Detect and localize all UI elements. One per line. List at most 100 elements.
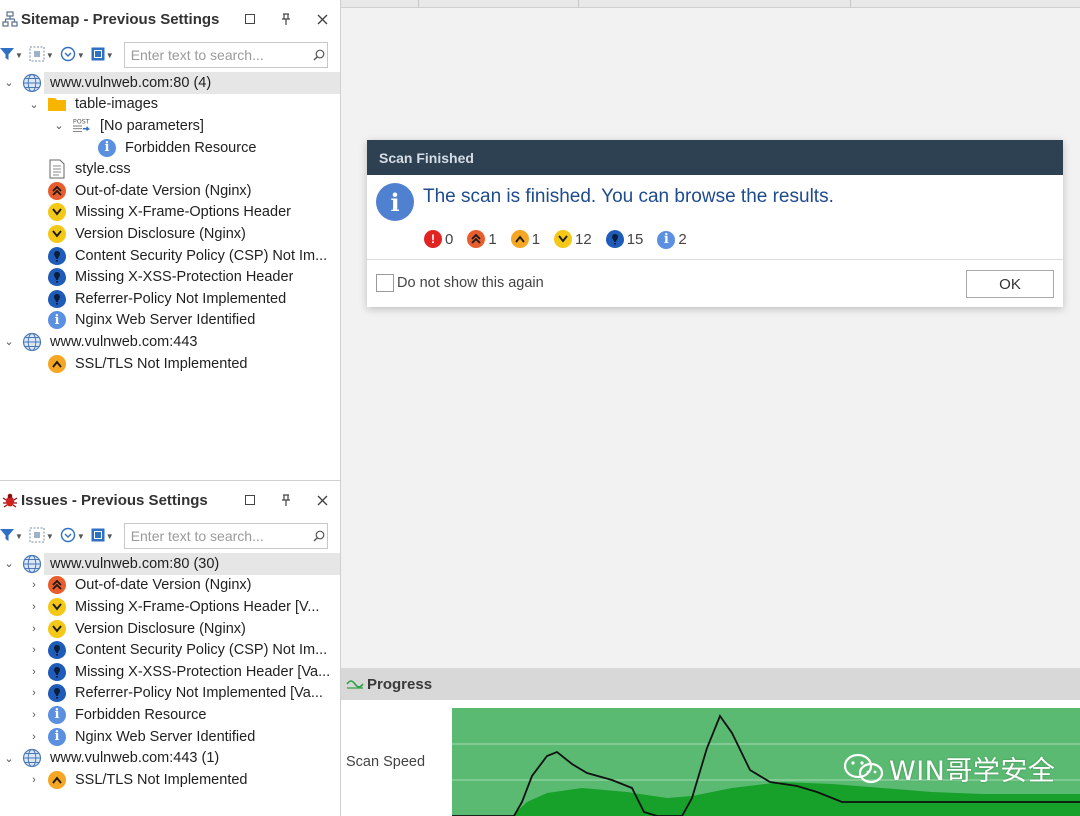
chevron-right-icon[interactable]: ›: [27, 686, 41, 700]
best-practice-icon: [47, 246, 67, 266]
watermark-text: WIN哥学安全: [889, 756, 1056, 787]
chevron-down-icon[interactable]: ⌄: [2, 751, 16, 765]
tree-row[interactable]: › i Forbidden Resource: [0, 704, 340, 726]
severity-count-value: 15: [626, 230, 644, 248]
tree-row[interactable]: › Version Disclosure (Nginx): [0, 618, 340, 640]
close-icon[interactable]: [304, 488, 340, 512]
filter-button[interactable]: ▼: [0, 43, 23, 67]
chevron-down-icon[interactable]: ⌄: [52, 119, 66, 133]
low-severity-icon: [47, 202, 67, 222]
tree-row[interactable]: Content Security Policy (CSP) Not Im...: [0, 245, 340, 267]
close-icon[interactable]: [304, 7, 340, 31]
maximize-icon[interactable]: [232, 488, 268, 512]
tree-row[interactable]: › Missing X-XSS-Protection Header [Va...: [0, 661, 340, 683]
filter-button[interactable]: ▼: [0, 524, 23, 548]
issues-search-input[interactable]: [124, 524, 312, 548]
severity-count-information: i2: [657, 230, 687, 249]
view-button[interactable]: ▼: [91, 43, 114, 67]
tree-item-label: SSL/TLS Not Implemented: [75, 355, 248, 372]
tree-item-label: Missing X-XSS-Protection Header: [75, 269, 294, 286]
select-button[interactable]: ▼: [29, 524, 54, 548]
svg-text:POST: POST: [73, 118, 90, 125]
dont-show-again-checkbox[interactable]: Do not show this again: [376, 274, 544, 292]
post-icon: POST: [72, 116, 92, 136]
tree-row[interactable]: ⌄ table-images: [0, 94, 340, 116]
chevron-right-icon[interactable]: ›: [27, 773, 41, 787]
pin-icon[interactable]: [268, 488, 304, 512]
tree-row[interactable]: Missing X-XSS-Protection Header: [0, 266, 340, 288]
tree-item-label: Out-of-date Version (Nginx): [75, 577, 252, 594]
chevron-down-icon[interactable]: ⌄: [2, 335, 16, 349]
select-button[interactable]: ▼: [29, 43, 54, 67]
expand-button[interactable]: ▼: [60, 43, 85, 67]
maximize-icon[interactable]: [232, 7, 268, 31]
pin-icon[interactable]: [268, 7, 304, 31]
chevron-right-icon[interactable]: ›: [27, 708, 41, 722]
chevron-down-icon[interactable]: ⌄: [2, 76, 16, 90]
search-icon[interactable]: [312, 49, 327, 61]
expand-button[interactable]: ▼: [60, 524, 85, 548]
tree-item-label: Content Security Policy (CSP) Not Im...: [75, 247, 328, 264]
tree-row[interactable]: i Nginx Web Server Identified: [0, 310, 340, 332]
tree-item-label: www.vulnweb.com:443: [50, 333, 198, 350]
tree-row[interactable]: ⌄ www.vulnweb.com:443: [0, 331, 340, 353]
chevron-right-icon[interactable]: ›: [27, 730, 41, 744]
issues-toolbar: ▼ ▼ ▼ ▼: [0, 519, 340, 553]
tree-row[interactable]: Missing X-Frame-Options Header: [0, 202, 340, 224]
tree-row[interactable]: › SSL/TLS Not Implemented: [0, 769, 340, 791]
search-icon[interactable]: [312, 530, 327, 542]
tree-row[interactable]: › i Nginx Web Server Identified: [0, 726, 340, 748]
tree-row[interactable]: › Content Security Policy (CSP) Not Im...: [0, 639, 340, 661]
tree-row[interactable]: ⌄ www.vulnweb.com:443 (1): [0, 747, 340, 769]
medium-severity-icon: [47, 354, 67, 374]
tree-row[interactable]: Out-of-date Version (Nginx): [0, 180, 340, 202]
chevron-down-icon[interactable]: ⌄: [2, 557, 16, 571]
ok-button[interactable]: OK: [966, 270, 1054, 298]
tree-row[interactable]: › Out-of-date Version (Nginx): [0, 575, 340, 597]
best-practice-icon: [47, 289, 67, 309]
chevron-right-icon[interactable]: ›: [27, 600, 41, 614]
tree-item-label: Nginx Web Server Identified: [75, 728, 256, 745]
tree-row[interactable]: style.css: [0, 158, 340, 180]
tree-item-label: www.vulnweb.com:80 (30): [50, 555, 220, 572]
sitemap-search-input[interactable]: [124, 43, 312, 67]
chevron-right-icon[interactable]: ›: [27, 665, 41, 679]
chevron-right-icon[interactable]: ›: [27, 578, 41, 592]
tree-item-label: Out-of-date Version (Nginx): [75, 182, 252, 199]
tree-row[interactable]: › Referrer-Policy Not Implemented [Va...: [0, 683, 340, 705]
tree-item-label: Missing X-Frame-Options Header [V...: [75, 598, 320, 615]
dialog-title: Scan Finished: [367, 140, 1063, 175]
severity-count-value: 12: [575, 230, 592, 248]
tree-row[interactable]: Referrer-Policy Not Implemented: [0, 288, 340, 310]
high-severity-icon: [47, 181, 67, 201]
issues-panel: Issues - Previous Settings ▼ ▼ ▼ ▼ ⌄ www.…: [0, 480, 341, 816]
expand-circle-icon: [60, 46, 76, 65]
tree-item-label: www.vulnweb.com:443 (1): [50, 750, 220, 767]
best-practice-icon: [605, 230, 624, 249]
tree-row[interactable]: ⌄ www.vulnweb.com:80 (4): [0, 72, 340, 94]
tree-row[interactable]: ⌄ POST [No parameters]: [0, 115, 340, 137]
tree-row[interactable]: Version Disclosure (Nginx): [0, 223, 340, 245]
wechat-icon: [843, 752, 885, 786]
issues-title: Issues - Previous Settings: [21, 491, 208, 509]
chevron-down-icon[interactable]: ⌄: [27, 97, 41, 111]
tree-row[interactable]: i Forbidden Resource: [0, 137, 340, 159]
severity-counts: ! 0 1 1 12 15 i 2: [424, 230, 701, 249]
view-button[interactable]: ▼: [91, 524, 114, 548]
issues-search-box: [123, 523, 328, 549]
scan-finished-dialog: Scan Finished i The scan is finished. Yo…: [367, 140, 1063, 307]
chevron-right-icon[interactable]: ›: [27, 643, 41, 657]
checkbox-box[interactable]: [376, 274, 394, 292]
tree-row[interactable]: SSL/TLS Not Implemented: [0, 353, 340, 375]
progress-title: Progress: [367, 675, 433, 693]
chevron-right-icon[interactable]: ›: [27, 622, 41, 636]
tree-item-label: Forbidden Resource: [125, 139, 257, 156]
info-icon: i: [97, 138, 117, 158]
view-icon: [91, 47, 105, 64]
tree-row[interactable]: › Missing X-Frame-Options Header [V...: [0, 596, 340, 618]
tree-row[interactable]: ⌄ www.vulnweb.com:80 (30): [0, 553, 340, 575]
